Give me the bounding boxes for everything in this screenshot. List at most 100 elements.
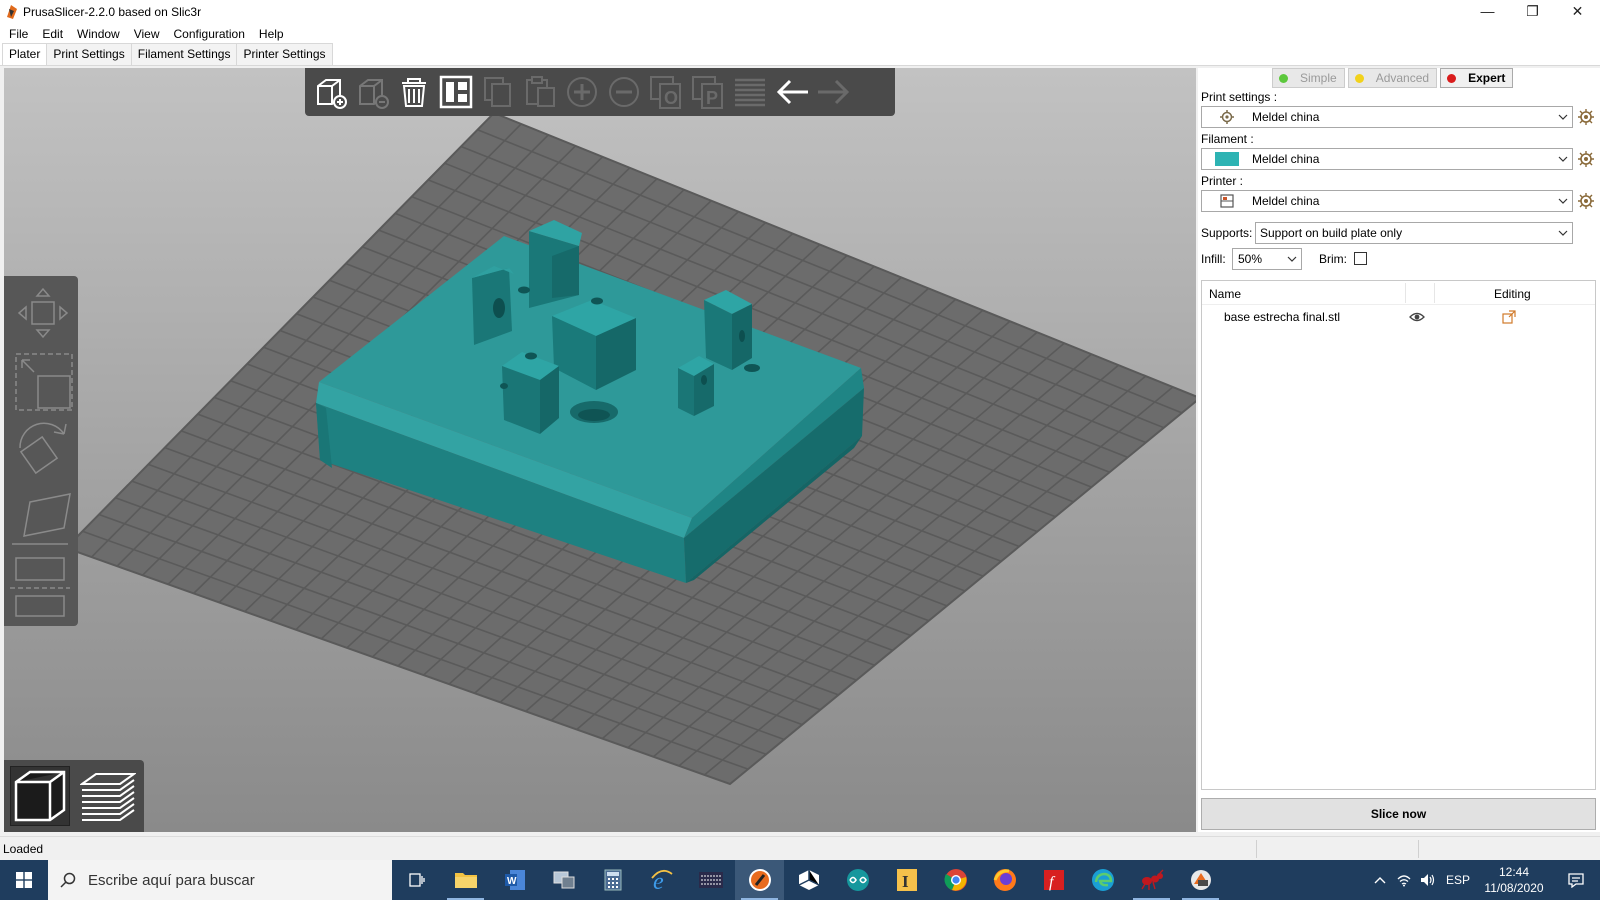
print-settings-combo[interactable]: Meldel china [1201,106,1573,128]
edit-settings-icon[interactable] [1502,310,1516,324]
slice-now-button[interactable]: Slice now [1201,798,1596,830]
wifi-icon[interactable] [1392,873,1416,887]
clock[interactable]: 12:44 11/08/2020 [1476,864,1552,896]
menu-configuration[interactable]: Configuration [167,27,252,41]
prusaslicer-icon [748,869,771,891]
add-object-button[interactable] [309,71,351,113]
column-editing-header[interactable]: Editing [1494,287,1531,301]
printer-gear-icon[interactable] [1578,193,1594,209]
arduino-app[interactable] [833,860,882,900]
green-dot-icon [1279,73,1288,83]
computer-app[interactable] [539,860,588,900]
tab-plater[interactable]: Plater [2,43,48,65]
mode-expert-button[interactable]: Expert [1440,68,1514,88]
column-name-header[interactable]: Name [1209,287,1241,301]
undo-button[interactable] [771,71,813,113]
print-settings-gear-icon[interactable] [1578,109,1594,125]
notifications-icon[interactable] [1552,872,1600,888]
arrange-button[interactable] [435,71,477,113]
chevron-up-icon[interactable] [1368,876,1392,884]
list-item[interactable]: base estrecha final.stl [1202,305,1595,329]
printer-combo[interactable]: Meldel china [1201,190,1573,212]
flash-app[interactable]: f [1029,860,1078,900]
split-objects-button[interactable]: O [645,71,687,113]
computer-icon [553,871,574,889]
view-switch [4,760,144,832]
redo-button[interactable] [813,71,855,113]
language-indicator[interactable]: ESP [1440,873,1476,887]
layers-preview-icon [80,773,136,821]
split-parts-button[interactable]: P [687,71,729,113]
photo-app[interactable] [686,860,735,900]
edge-app[interactable] [1078,860,1127,900]
file-explorer-app[interactable] [441,860,490,900]
eye-icon[interactable] [1409,311,1425,323]
minimize-button[interactable]: — [1465,0,1510,22]
menu-file[interactable]: File [2,27,35,41]
ant-app[interactable] [1127,860,1176,900]
close-button[interactable]: ✕ [1555,0,1600,22]
i-app[interactable]: I [882,860,931,900]
system-tray: ESP 12:44 11/08/2020 [1368,860,1600,900]
search-icon [60,872,76,888]
delete-all-button[interactable] [393,71,435,113]
task-view-button[interactable] [392,860,441,900]
printer-label: Printer : [1201,174,1244,188]
prusa-app[interactable] [1176,860,1225,900]
tab-printer-settings[interactable]: Printer Settings [236,43,333,65]
status-text: Loaded [3,841,44,856]
infill-combo[interactable]: 50% [1232,248,1302,270]
copy-button[interactable] [477,71,519,113]
copy-icon [484,77,511,107]
paste-button[interactable] [519,71,561,113]
volume-icon[interactable] [1416,873,1440,887]
move-gizmo-button[interactable] [8,282,74,344]
filament-gear-icon[interactable] [1578,151,1594,167]
layers-editing-button[interactable] [729,71,771,113]
remove-instance-button[interactable] [603,71,645,113]
3d-builder-app[interactable] [784,860,833,900]
layers-icon [735,78,765,107]
tab-filament-settings[interactable]: Filament Settings [130,43,238,65]
filament-combo[interactable]: Meldel china [1201,148,1573,170]
photo-app-icon [698,872,723,888]
word-app[interactable]: W [490,860,539,900]
add-instance-button[interactable] [561,71,603,113]
menu-bar: File Edit Window View Configuration Help [0,24,1600,44]
minus-circle-icon [609,77,639,107]
cut-gizmo-button[interactable] [8,552,74,618]
firefox-app[interactable] [980,860,1029,900]
brim-checkbox[interactable] [1354,252,1367,265]
mode-advanced-label: Advanced [1375,71,1430,85]
menu-edit[interactable]: Edit [35,27,70,41]
maximize-button[interactable]: ❐ [1510,0,1555,22]
mode-simple-button[interactable]: Simple [1272,68,1345,88]
main-tabs: Plater Print Settings Filament Settings … [0,43,1600,66]
print-settings-label: Print settings : [1201,90,1278,104]
calculator-app[interactable] [588,860,637,900]
chevron-down-icon [1554,230,1572,236]
3d-viewport[interactable]: O P [4,68,1196,832]
start-button[interactable] [0,860,48,900]
place-on-face-button[interactable] [8,486,74,548]
preview-button[interactable] [78,766,138,826]
arrange-icon [439,75,473,109]
filament-color-swatch-icon [1215,152,1239,166]
internet-explorer-app[interactable]: e [637,860,686,900]
supports-combo[interactable]: Support on build plate only [1255,222,1573,244]
rotate-gizmo-button[interactable] [8,418,74,480]
ant-icon [1140,869,1163,890]
scale-gizmo-button[interactable] [8,350,74,412]
menu-window[interactable]: Window [70,27,127,41]
prusaslicer-app[interactable] [735,860,784,900]
menu-view[interactable]: View [127,27,167,41]
delete-object-button[interactable] [351,71,393,113]
3d-view-button[interactable] [10,766,70,826]
taskbar-search-box[interactable]: Escribe aquí para buscar [48,860,392,900]
menu-help[interactable]: Help [252,27,291,41]
chrome-app[interactable] [931,860,980,900]
i-app-icon: I [896,869,917,891]
plus-circle-icon [567,77,597,107]
tab-print-settings[interactable]: Print Settings [46,43,132,65]
mode-advanced-button[interactable]: Advanced [1347,68,1438,88]
